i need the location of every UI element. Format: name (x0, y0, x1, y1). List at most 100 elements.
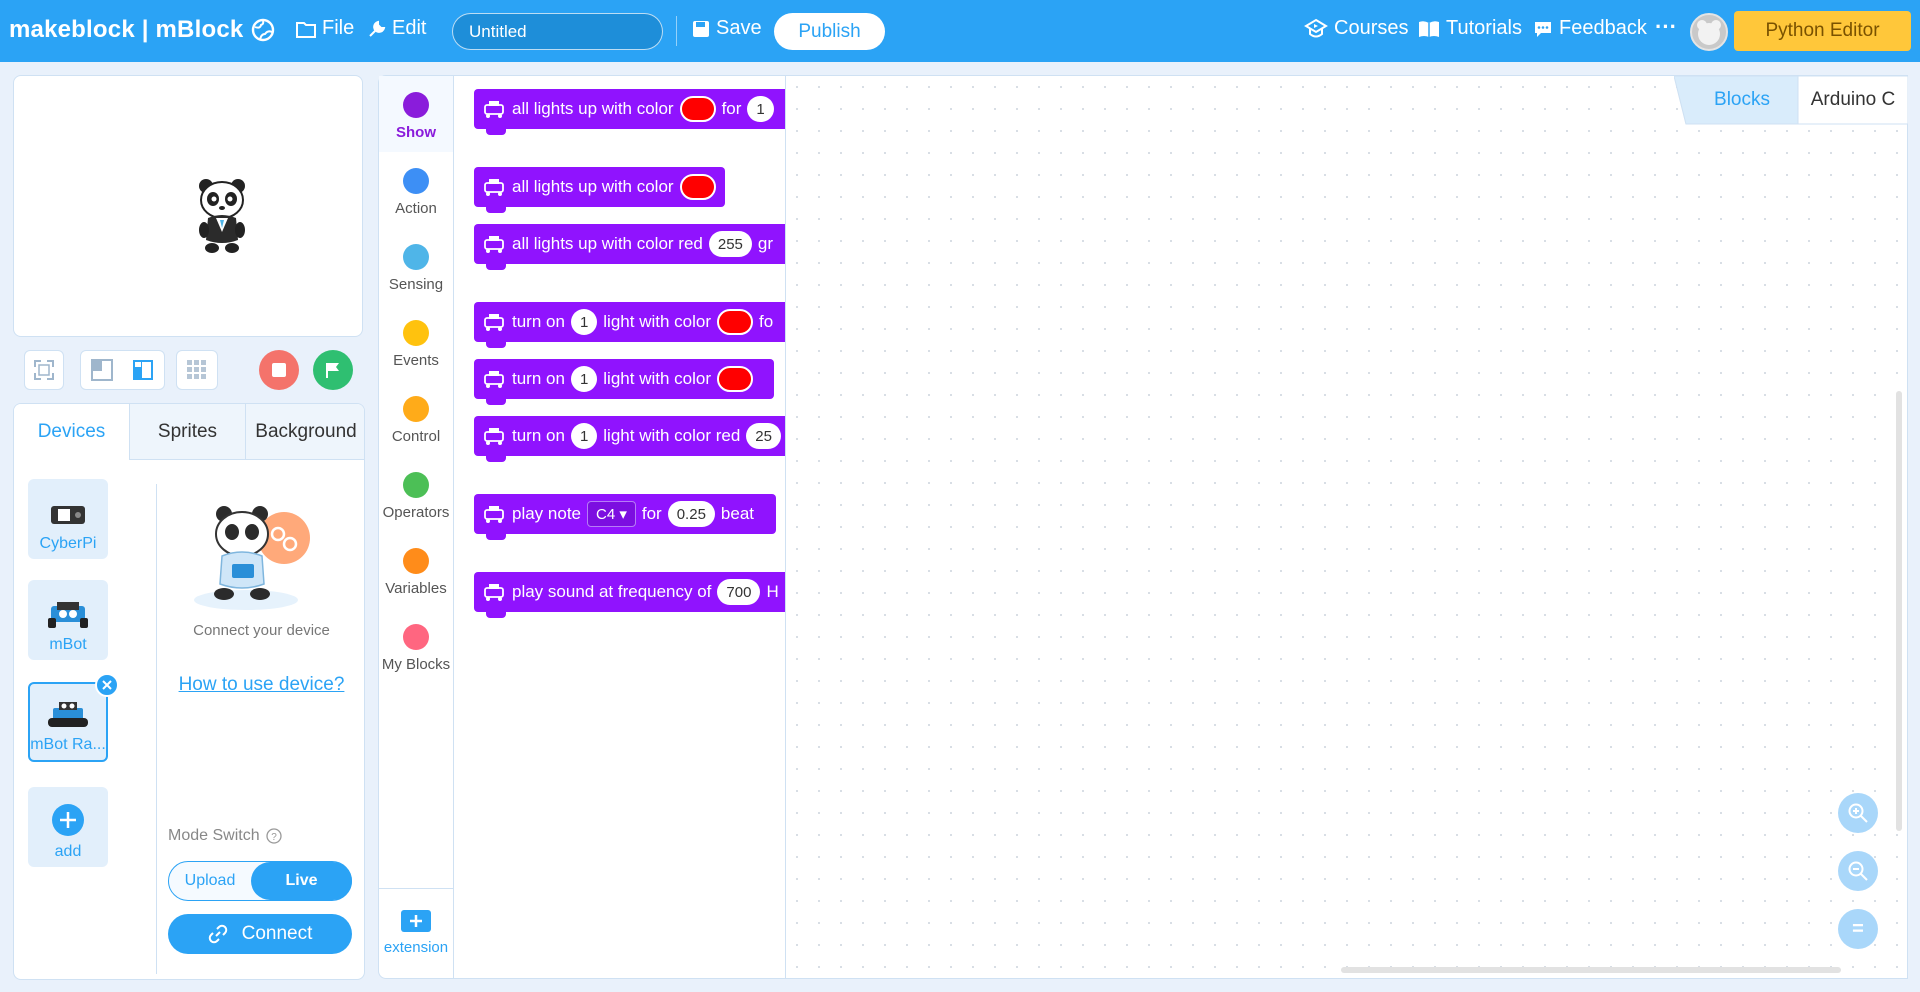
tab-arduino-c[interactable]: Arduino C (1798, 76, 1908, 124)
device-panel-divider (156, 484, 157, 974)
device-card-cyberpi[interactable]: CyberPi (28, 479, 108, 559)
vertical-scrollbar[interactable] (1896, 391, 1902, 831)
device-panel: Devices Sprites Background CyberPi mBot … (13, 403, 365, 980)
grid-view-button[interactable] (176, 350, 218, 390)
more-menu-icon[interactable]: ··· (1655, 14, 1677, 40)
project-title-input[interactable] (452, 13, 663, 50)
language-globe-icon[interactable] (251, 18, 277, 44)
block-text: for (641, 504, 662, 523)
courses-link[interactable]: Courses (1304, 17, 1408, 40)
category-events-dot (403, 320, 429, 346)
edit-menu[interactable]: Edit (368, 17, 426, 40)
tab-sprites[interactable]: Sprites (130, 404, 246, 460)
device-label-cyberpi: CyberPi (39, 535, 97, 552)
category-events[interactable]: Events (379, 304, 453, 380)
help-icon[interactable]: ? (265, 828, 282, 844)
publish-button[interactable]: Publish (774, 13, 885, 50)
category-action[interactable]: Action (379, 152, 453, 228)
device-card-mbot[interactable]: mBot (28, 580, 108, 660)
edit-menu-label: Edit (392, 17, 427, 39)
number-input[interactable]: 255 (708, 231, 752, 257)
block-text: light with color (603, 312, 711, 331)
block-turn-on-light-rgb[interactable]: turn on 1 light with color red 25 (474, 416, 785, 462)
zoom-in-button[interactable] (1838, 793, 1878, 833)
number-input[interactable]: 25 (746, 423, 781, 449)
mbot-ranger-icon (48, 702, 88, 727)
category-sensing[interactable]: Sensing (379, 228, 453, 304)
tab-background[interactable]: Background (246, 404, 364, 460)
device-card-mbot-ranger[interactable]: mBot Ra... (28, 682, 108, 762)
connect-button[interactable]: Connect (168, 914, 352, 954)
fullscreen-button[interactable] (24, 350, 64, 390)
stage-canvas[interactable] (13, 75, 363, 337)
number-input[interactable]: 0.25 (667, 501, 715, 527)
category-variables-dot (403, 548, 429, 574)
tab-devices[interactable]: Devices (14, 404, 130, 460)
robot-block-icon (482, 233, 506, 255)
number-input[interactable]: 700 (717, 579, 761, 605)
robot-block-icon (482, 98, 506, 120)
connect-device-illustration (194, 506, 310, 610)
save-button[interactable]: Save (692, 17, 762, 40)
category-control-dot (403, 396, 429, 422)
file-menu[interactable]: File (296, 17, 354, 40)
block-play-frequency[interactable]: play sound at frequency of 700 H (474, 572, 785, 618)
panda-sprite[interactable] (196, 176, 248, 254)
block-play-note[interactable]: play note C4 ▾ for 0.25 beat (474, 494, 776, 540)
tutorials-link[interactable]: Tutorials (1418, 17, 1522, 40)
robot-block-icon (482, 581, 506, 603)
top-bar: makeblock | mBlock File Edit Save Publis… (0, 0, 1920, 62)
color-picker[interactable] (717, 366, 753, 392)
block-text: all lights up with color (512, 99, 674, 118)
note-dropdown[interactable]: C4 ▾ (587, 501, 636, 527)
color-picker[interactable] (717, 309, 753, 335)
feedback-link[interactable]: Feedback (1533, 17, 1647, 40)
category-my-blocks-dot (403, 624, 429, 650)
number-input[interactable]: 1 (570, 366, 598, 392)
category-control[interactable]: Control (379, 380, 453, 456)
zoom-out-button[interactable] (1838, 851, 1878, 891)
device-panel-tabs: Devices Sprites Background (14, 404, 364, 460)
courses-icon (1304, 18, 1328, 40)
small-stage-layout-icon[interactable] (90, 359, 113, 381)
extension-label: extension (383, 939, 449, 956)
block-all-lights-color[interactable]: all lights up with color (474, 167, 725, 213)
block-turn-on-light-color[interactable]: turn on 1 light with color (474, 359, 774, 405)
category-show[interactable]: Show (379, 76, 453, 152)
green-flag-button[interactable] (313, 350, 353, 390)
python-editor-button[interactable]: Python Editor (1734, 11, 1911, 51)
category-variables[interactable]: Variables (379, 532, 453, 608)
number-input[interactable]: 1 (570, 423, 598, 449)
tab-blocks[interactable]: Blocks (1686, 76, 1798, 124)
category-operators[interactable]: Operators (379, 456, 453, 532)
user-avatar[interactable] (1690, 13, 1728, 51)
category-variables-label: Variables (385, 580, 447, 597)
stop-button[interactable] (259, 350, 299, 390)
script-workspace[interactable]: Blocks Arduino C = (786, 75, 1908, 979)
block-palette: all lights up with color for 1 all light… (454, 75, 786, 979)
color-picker[interactable] (679, 96, 716, 122)
category-my-blocks[interactable]: My Blocks (379, 608, 453, 684)
number-input[interactable]: 1 (570, 309, 598, 335)
normal-stage-layout-icon[interactable] (132, 359, 154, 381)
folder-icon (296, 20, 316, 38)
extension-button[interactable]: extension (379, 888, 453, 980)
how-to-use-device-link[interactable]: How to use device? (157, 674, 364, 696)
robot-block-icon (482, 368, 506, 390)
zoom-reset-button[interactable]: = (1838, 909, 1878, 949)
mode-live-option[interactable]: Live (251, 862, 352, 900)
block-text: play sound at frequency of (512, 582, 712, 601)
block-text: light with color (603, 369, 711, 388)
number-input[interactable]: 1 (747, 96, 774, 122)
horizontal-scrollbar[interactable] (1341, 967, 1841, 973)
category-operators-dot (403, 472, 429, 498)
category-show-label: Show (396, 124, 436, 141)
add-device-button[interactable]: add (28, 787, 108, 867)
plus-circle-icon (52, 804, 84, 836)
color-picker[interactable] (679, 174, 716, 200)
remove-device-button[interactable] (95, 673, 119, 697)
mode-upload-option[interactable]: Upload (169, 862, 251, 900)
block-all-lights-color-for[interactable]: all lights up with color for 1 (474, 89, 785, 135)
block-turn-on-light-color-for[interactable]: turn on 1 light with color fo (474, 302, 785, 348)
block-all-lights-rgb[interactable]: all lights up with color red 255 gr (474, 224, 785, 270)
